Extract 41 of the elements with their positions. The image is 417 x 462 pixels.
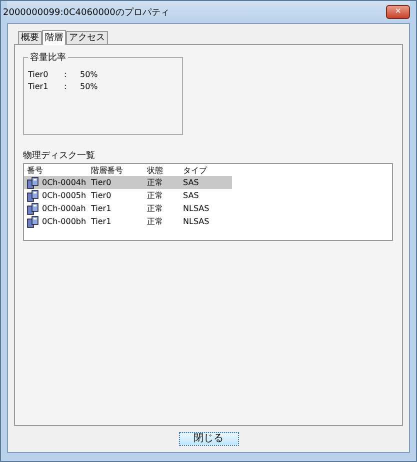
disk-row[interactable]: 0Ch-0005h Tier0 正常 SAS (24, 189, 232, 202)
disk-row[interactable]: 0Ch-000ah Tier1 正常 NLSAS (24, 202, 232, 215)
table-cell: 正常 (147, 203, 163, 214)
ratio-value: 50% (80, 70, 98, 78)
window-title: 2000000099:0C4060000のプロパティ (3, 6, 170, 18)
table-cell: SAS (183, 191, 199, 200)
tier-label: Tier1 (28, 82, 50, 90)
disk-icon (27, 202, 39, 214)
table-cell: 正常 (147, 190, 163, 201)
table-cell: 0Ch-0004h (42, 178, 86, 187)
table-cell: Tier0 (91, 191, 112, 200)
disk-row[interactable]: 0Ch-0004h Tier0 正常 SAS (24, 176, 232, 189)
table-cell: NLSAS (183, 204, 210, 213)
table-cell: NLSAS (183, 217, 210, 226)
disk-icon (27, 216, 39, 228)
disk-icon (27, 190, 39, 202)
separator: : (64, 82, 68, 90)
column-header[interactable]: タイプ (180, 164, 232, 176)
group-title: 容量比率 (28, 51, 68, 64)
close-dialog-button[interactable]: 閉じる (178, 432, 238, 446)
table-cell: 0Ch-000bh (42, 217, 86, 226)
table-cell: 正常 (147, 177, 163, 188)
column-header[interactable]: 階層番号 (88, 164, 144, 176)
table-cell: 0Ch-000ah (42, 204, 86, 213)
table-cell: Tier1 (91, 204, 112, 213)
disk-row[interactable]: 0Ch-000bh Tier1 正常 NLSAS (24, 215, 232, 228)
ratio-value: 50% (80, 82, 98, 90)
column-header[interactable]: 番号 (24, 164, 88, 176)
tab[interactable]: アクセス (66, 31, 108, 44)
tab[interactable]: 階層 (42, 30, 66, 45)
list-title: 物理ディスク一覧 (23, 150, 96, 162)
table-cell: SAS (183, 178, 199, 187)
tier-label: Tier0 (28, 70, 50, 78)
disk-icon (27, 176, 39, 188)
tab[interactable]: 概要 (18, 31, 42, 44)
table-cell: 0Ch-0005h (42, 191, 86, 200)
separator: : (64, 70, 68, 78)
table-cell: Tier0 (91, 178, 112, 187)
table-cell: 正常 (147, 216, 163, 227)
column-header[interactable]: 状態 (144, 164, 180, 176)
table-cell: Tier1 (91, 217, 112, 226)
